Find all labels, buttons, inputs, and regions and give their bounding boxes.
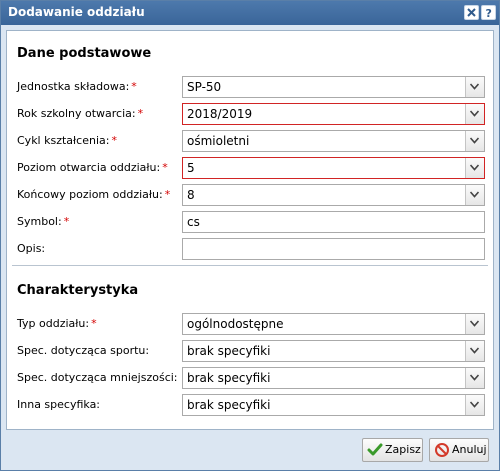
- required-marker: *: [137, 107, 144, 120]
- checkmark-icon: [367, 443, 383, 456]
- dialog-title: Dodawanie oddziału: [8, 5, 145, 19]
- chevron-down-icon[interactable]: [465, 131, 484, 151]
- select-field[interactable]: ośmioletni: [182, 130, 485, 152]
- chevron-down-icon[interactable]: [465, 341, 484, 361]
- field-label-text: Rok szkolny otwarcia:: [17, 107, 136, 120]
- field-label-text: Końcowy poziom oddziału:: [17, 188, 163, 201]
- section-title-basic: Dane podstawowe: [17, 46, 152, 61]
- text-field[interactable]: [182, 238, 485, 260]
- field-label: Rok szkolny otwarcia: *: [17, 107, 143, 120]
- required-marker: *: [131, 80, 137, 93]
- section-divider: [12, 265, 488, 266]
- dialog-window: Dodawanie oddziału ? Dane podstawowe Jed…: [0, 0, 500, 471]
- cancel-button-label: Anuluj: [452, 443, 487, 456]
- field-value: 8: [187, 188, 195, 202]
- field-label: Opis:: [17, 242, 45, 255]
- text-field[interactable]: cs: [182, 211, 485, 233]
- save-button[interactable]: Zapisz: [362, 438, 423, 462]
- required-marker: *: [111, 134, 117, 147]
- field-label-text: Spec. dotycząca sportu:: [17, 344, 150, 357]
- required-marker: *: [63, 215, 70, 228]
- cancel-icon: [435, 443, 449, 457]
- field-value: 5: [187, 161, 195, 175]
- select-field[interactable]: brak specyfiki: [182, 367, 485, 389]
- chevron-down-icon[interactable]: [465, 395, 484, 415]
- section-title-characteristics: Charakterystyka: [17, 283, 139, 298]
- field-value: SP-50: [187, 80, 222, 94]
- field-value: cs: [187, 215, 200, 229]
- chevron-down-icon[interactable]: [465, 77, 484, 97]
- required-marker: *: [91, 317, 97, 330]
- field-label-text: Jednostka składowa:: [17, 80, 130, 93]
- field-label-text: Cykl kształcenia:: [17, 134, 110, 147]
- field-label: Spec. dotycząca sportu:: [17, 344, 149, 357]
- field-label-text: Poziom otwarcia oddziału:: [17, 161, 161, 174]
- field-label: Spec. dotycząca mniejszości:: [17, 371, 178, 384]
- field-label: Typ oddziału: *: [17, 317, 97, 330]
- select-field[interactable]: ogólnodostępne: [182, 313, 485, 335]
- field-label: Cykl kształcenia: *: [17, 134, 117, 147]
- field-label: Końcowy poziom oddziału: *: [17, 188, 170, 201]
- help-icon[interactable]: ?: [481, 5, 496, 20]
- field-label: Jednostka składowa: *: [17, 80, 137, 93]
- form-panel: Dane podstawowe Jednostka składowa: * SP-5…: [6, 30, 494, 430]
- field-label-text: Typ oddziału:: [17, 317, 90, 330]
- field-label-text: Symbol:: [17, 215, 62, 228]
- field-label: Symbol: *: [17, 215, 69, 228]
- field-value: ośmioletni: [187, 134, 250, 148]
- required-marker: *: [162, 161, 168, 174]
- title-bar[interactable]: Dodawanie oddziału ?: [1, 1, 499, 25]
- field-value: brak specyfiki: [187, 344, 271, 358]
- field-value: ogólnodostępne: [187, 317, 284, 331]
- select-field[interactable]: 2018/2019: [182, 103, 485, 125]
- field-label-text: Spec. dotycząca mniejszości:: [17, 371, 178, 384]
- chevron-down-icon[interactable]: [465, 104, 484, 124]
- svg-text:?: ?: [486, 7, 492, 19]
- chevron-down-icon[interactable]: [465, 185, 484, 205]
- select-field[interactable]: brak specyfiki: [182, 394, 485, 416]
- field-label: Inna specyfika:: [17, 398, 100, 411]
- field-label: Poziom otwarcia oddziału: *: [17, 161, 168, 174]
- field-value: brak specyfiki: [187, 398, 271, 412]
- chevron-down-icon[interactable]: [465, 158, 484, 178]
- field-value: 2018/2019: [187, 107, 253, 121]
- save-button-label: Zapisz: [385, 443, 421, 456]
- select-field[interactable]: 8: [182, 184, 485, 206]
- chevron-down-icon[interactable]: [465, 368, 484, 388]
- chevron-down-icon[interactable]: [465, 314, 484, 334]
- select-field[interactable]: SP-50: [182, 76, 485, 98]
- field-value: brak specyfiki: [187, 371, 271, 385]
- select-field[interactable]: brak specyfiki: [182, 340, 485, 362]
- required-marker: *: [164, 188, 171, 201]
- close-icon[interactable]: [464, 5, 479, 20]
- cancel-button[interactable]: Anuluj: [429, 438, 489, 462]
- field-label-text: Opis:: [17, 242, 46, 255]
- select-field[interactable]: 5: [182, 157, 485, 179]
- field-label-text: Inna specyfika:: [17, 398, 101, 411]
